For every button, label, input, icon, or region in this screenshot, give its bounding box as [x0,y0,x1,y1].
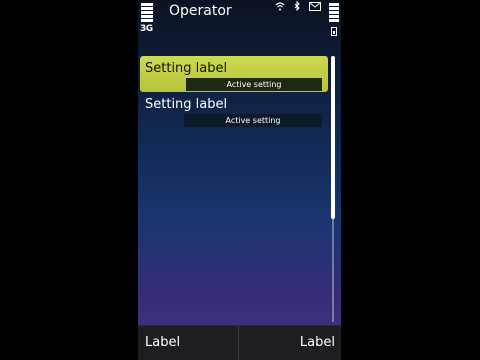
scrollbar-thumb[interactable] [331,56,335,219]
settings-list-item[interactable]: Setting label Active setting [140,56,328,92]
envelope-icon [309,2,322,14]
wifi-icon [275,2,288,14]
signal-strength-icon [141,3,153,23]
left-softkey[interactable]: Label [138,326,239,360]
settings-list-item[interactable]: Setting label Active setting [140,92,328,128]
status-icons [275,0,327,14]
setting-value: Active setting [186,78,322,91]
setting-label: Setting label [145,97,228,112]
bluetooth-icon [294,0,303,14]
scrollbar[interactable] [331,56,336,322]
phone-screen: 3G Operator Setting label Active setting… [138,0,341,360]
status-bar: 3G Operator [138,0,341,40]
battery-level-icon [329,3,339,23]
operator-name: Operator [169,3,232,19]
setting-value: Active setting [184,114,322,127]
network-type: 3G [140,24,153,34]
softkey-bar: Label Label [138,325,341,360]
setting-label: Setting label [145,61,228,76]
right-softkey[interactable]: Label [240,326,341,360]
settings-list: Setting label Active setting Setting lab… [140,56,328,128]
battery-icon [331,27,337,36]
